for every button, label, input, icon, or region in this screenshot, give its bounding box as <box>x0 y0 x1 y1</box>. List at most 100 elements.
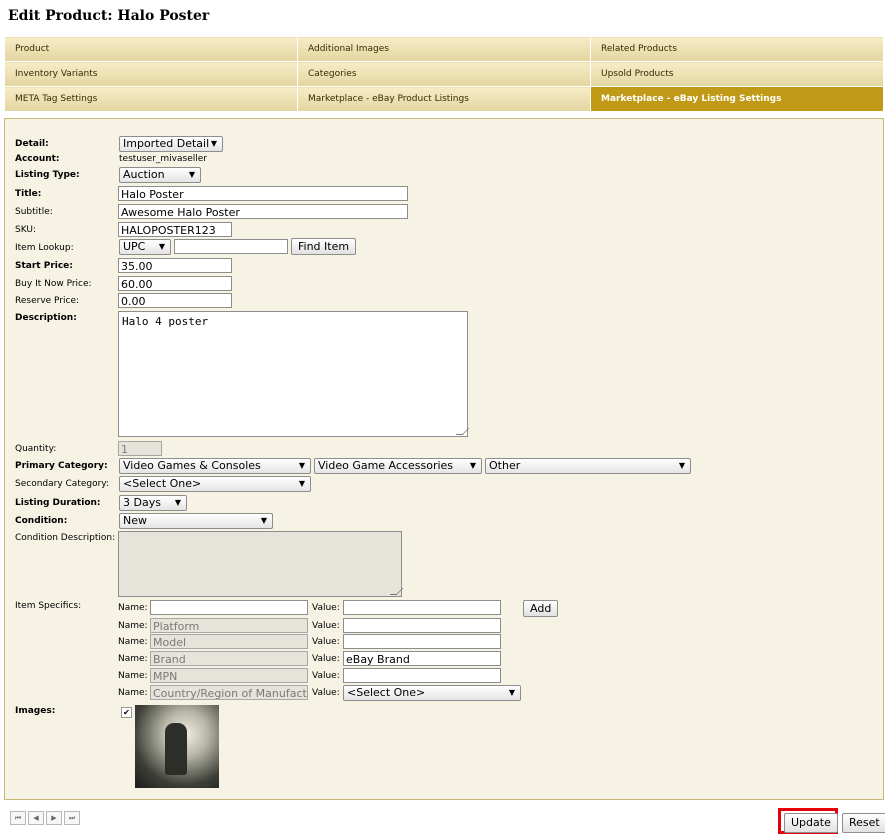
sku-label: SKU: <box>15 225 36 235</box>
update-button[interactable]: Update <box>784 813 838 833</box>
chevron-down-icon: ▼ <box>158 242 165 251</box>
listing-duration-select[interactable]: 3 Days ▼ <box>119 495 187 511</box>
specific-name-label: Name: <box>118 603 148 613</box>
next-record-icon[interactable]: ▶ <box>46 811 62 825</box>
poster-figure <box>165 723 187 775</box>
chevron-down-icon: ▼ <box>210 139 217 148</box>
specific-value-platform[interactable] <box>343 618 501 633</box>
account-label: Account: <box>15 154 60 164</box>
tab-product[interactable]: Product <box>4 36 298 62</box>
resize-grip-icon[interactable] <box>455 428 470 435</box>
listing-settings-panel: Detail: Imported Detail ▼ Account: testus… <box>4 118 884 800</box>
specific-value-model[interactable] <box>343 634 501 649</box>
primary-category-label: Primary Category: <box>15 461 108 471</box>
previous-record-icon[interactable]: ◀ <box>28 811 44 825</box>
secondary-category-label: Secondary Category: <box>15 479 110 489</box>
specific-name-label: Name: <box>118 671 148 681</box>
specific-value-brand[interactable]: eBay Brand <box>343 651 501 666</box>
lookup-type-select[interactable]: UPC ▼ <box>119 239 171 255</box>
specific-name-mpn[interactable]: MPN <box>150 668 308 683</box>
quantity-label: Quantity: <box>15 444 57 454</box>
tab-related-products[interactable]: Related Products <box>590 36 884 62</box>
resize-grip-icon[interactable] <box>389 588 404 595</box>
primary-category-select-1[interactable]: Video Games & Consoles ▼ <box>119 458 311 474</box>
secondary-category-select[interactable]: <Select One> ▼ <box>119 476 311 492</box>
condition-description-textarea[interactable] <box>118 531 404 597</box>
buy-it-now-price-input[interactable]: 60.00 <box>118 276 232 291</box>
quantity-input[interactable]: 1 <box>118 441 162 456</box>
listing-type-label: Listing Type: <box>15 170 80 180</box>
account-value: testuser_mivaseller <box>119 154 207 164</box>
images-label: Images: <box>15 706 56 716</box>
chevron-down-icon: ▼ <box>174 498 181 507</box>
specific-value-input[interactable] <box>343 600 501 615</box>
description-text: Halo 4 poster <box>122 315 209 328</box>
specific-value-label: Value: <box>312 671 340 681</box>
item-lookup-input[interactable] <box>174 239 288 254</box>
record-pager: ⏮ ◀ ▶ ⏭ <box>10 810 82 825</box>
tab-ebay-listing-settings[interactable]: Marketplace - eBay Listing Settings <box>590 86 884 112</box>
tab-categories[interactable]: Categories <box>297 61 591 87</box>
condition-select[interactable]: New ▼ <box>119 513 273 529</box>
specific-value-label: Value: <box>312 654 340 664</box>
specific-name-label: Name: <box>118 637 148 647</box>
title-input[interactable]: Halo Poster <box>118 186 408 201</box>
reset-button[interactable]: Reset <box>842 813 885 833</box>
item-specifics-label: Item Specifics: <box>15 601 82 611</box>
specific-name-country[interactable]: Country/Region of Manufacture <box>150 685 308 700</box>
page-title: Edit Product: Halo Poster <box>8 8 210 24</box>
detail-label: Detail: <box>15 139 49 149</box>
specific-name-model[interactable]: Model <box>150 634 308 649</box>
description-textarea[interactable]: Halo 4 poster <box>118 311 470 437</box>
primary-category-select-3[interactable]: Other ▼ <box>485 458 691 474</box>
last-record-icon[interactable]: ⏭ <box>64 811 80 825</box>
find-item-button[interactable]: Find Item <box>291 238 357 255</box>
condition-description-label: Condition Description: <box>15 533 116 543</box>
specific-value-label: Value: <box>312 688 340 698</box>
subtitle-input[interactable]: Awesome Halo Poster <box>118 204 408 219</box>
tab-bar: Product Additional Images Related Produc… <box>4 36 884 112</box>
chevron-down-icon: ▼ <box>298 461 305 470</box>
specific-value-label: Value: <box>312 621 340 631</box>
detail-select[interactable]: Imported Detail ▼ <box>119 136 223 152</box>
reserve-price-input[interactable]: 0.00 <box>118 293 232 308</box>
specific-name-label: Name: <box>118 621 148 631</box>
chevron-down-icon: ▼ <box>260 516 267 525</box>
sku-input[interactable]: HALOPOSTER123 <box>118 222 232 237</box>
listing-duration-label: Listing Duration: <box>15 498 101 508</box>
chevron-down-icon: ▼ <box>298 479 305 488</box>
specific-name-label: Name: <box>118 688 148 698</box>
first-record-icon[interactable]: ⏮ <box>10 811 26 825</box>
tab-additional-images[interactable]: Additional Images <box>297 36 591 62</box>
start-price-label: Start Price: <box>15 261 73 271</box>
specific-value-label: Value: <box>312 603 340 613</box>
specific-value-mpn[interactable] <box>343 668 501 683</box>
specific-name-platform[interactable]: Platform <box>150 618 308 633</box>
buy-it-now-price-label: Buy It Now Price: <box>15 279 92 289</box>
tab-inventory-variants[interactable]: Inventory Variants <box>4 61 298 87</box>
image-include-checkbox[interactable]: ✔ <box>121 707 132 718</box>
item-lookup-label: Item Lookup: <box>15 243 74 253</box>
specific-name-input[interactable] <box>150 600 308 615</box>
primary-category-select-2[interactable]: Video Game Accessories ▼ <box>314 458 482 474</box>
product-image-thumbnail[interactable] <box>135 705 219 788</box>
specific-name-brand[interactable]: Brand <box>150 651 308 666</box>
reserve-price-label: Reserve Price: <box>15 296 80 306</box>
listing-type-select[interactable]: Auction ▼ <box>119 167 201 183</box>
specific-value-label: Value: <box>312 637 340 647</box>
description-label: Description: <box>15 313 77 323</box>
start-price-input[interactable]: 35.00 <box>118 258 232 273</box>
specific-name-label: Name: <box>118 654 148 664</box>
tab-upsold-products[interactable]: Upsold Products <box>590 61 884 87</box>
specific-value-country-select[interactable]: <Select One> ▼ <box>343 685 521 701</box>
chevron-down-icon: ▼ <box>678 461 685 470</box>
chevron-down-icon: ▼ <box>188 170 195 179</box>
subtitle-label: Subtitle: <box>15 207 53 217</box>
chevron-down-icon: ▼ <box>469 461 476 470</box>
chevron-down-icon: ▼ <box>508 688 515 697</box>
add-specific-button[interactable]: Add <box>523 600 559 617</box>
title-label: Title: <box>15 189 42 199</box>
condition-label: Condition: <box>15 516 68 526</box>
tab-ebay-product-listings[interactable]: Marketplace - eBay Product Listings <box>297 86 591 112</box>
tab-meta-tag-settings[interactable]: META Tag Settings <box>4 86 298 112</box>
